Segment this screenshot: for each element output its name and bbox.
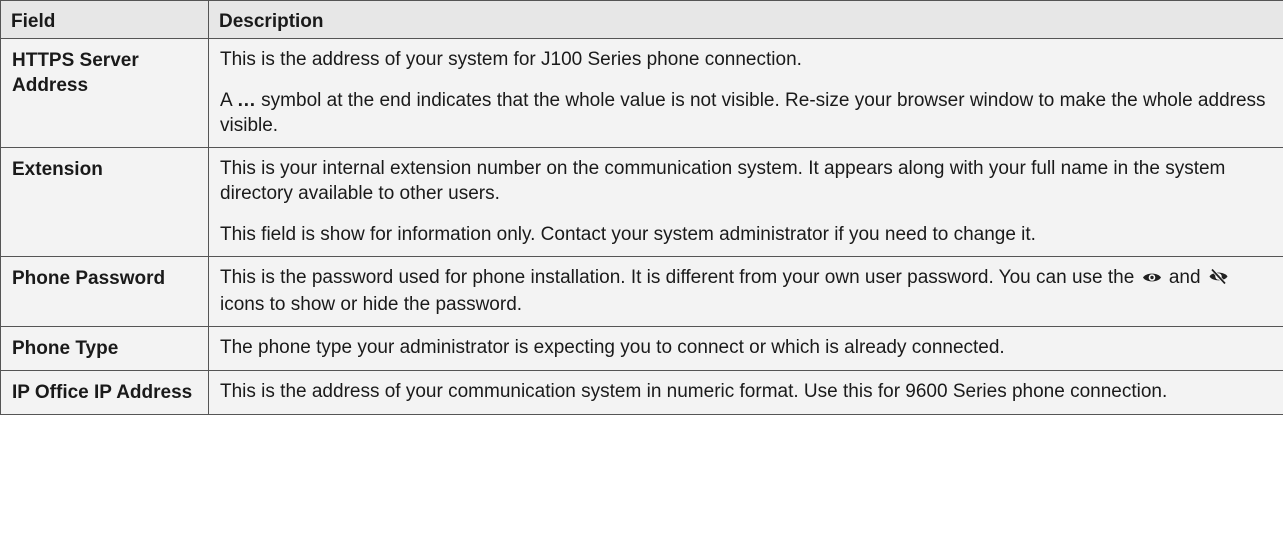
table-row: Extension This is your internal extensio…	[0, 147, 1283, 257]
description-paragraph: This field is show for information only.…	[220, 224, 1036, 245]
column-header-field: Field	[0, 0, 209, 39]
description-paragraph: A … symbol at the end indicates that the…	[220, 88, 1272, 138]
field-description: This is the password used for phone inst…	[208, 256, 1283, 327]
table-row: Phone Password This is the password used…	[0, 256, 1283, 327]
description-paragraph: The phone type your administrator is exp…	[220, 337, 1005, 358]
description-paragraph: This is your internal extension number o…	[220, 158, 1226, 204]
field-name-extension: Extension	[0, 147, 209, 257]
field-name-ip-office-ip-address: IP Office IP Address	[0, 370, 209, 415]
eye-slash-icon	[1208, 267, 1230, 292]
description-paragraph: This is the address of your communicatio…	[220, 381, 1168, 402]
description-paragraph: This is the password used for phone inst…	[220, 265, 1272, 317]
table-header-row: Field Description	[0, 0, 1283, 39]
password-text-before: This is the password used for phone inst…	[220, 267, 1140, 288]
table-row: Phone Type The phone type your administr…	[0, 326, 1283, 371]
eye-icon	[1142, 267, 1162, 292]
field-description: This is your internal extension number o…	[208, 147, 1283, 257]
ellipsis-note-prefix: A	[220, 90, 237, 111]
field-name-phone-type: Phone Type	[0, 326, 209, 371]
field-description: This is the address of your system for J…	[208, 38, 1283, 148]
password-text-after: icons to show or hide the password.	[220, 294, 523, 315]
field-description: The phone type your administrator is exp…	[208, 326, 1283, 371]
table-row: HTTPS Server Address This is the address…	[0, 38, 1283, 148]
description-paragraph: This is the address of your system for J…	[220, 49, 802, 70]
table-row: IP Office IP Address This is the address…	[0, 370, 1283, 415]
field-name-phone-password: Phone Password	[0, 256, 209, 327]
ellipsis-note-suffix: symbol at the end indicates that the who…	[220, 90, 1266, 136]
field-description-table: Field Description HTTPS Server Address T…	[0, 0, 1283, 415]
ellipsis-symbol: …	[236, 90, 256, 111]
field-description: This is the address of your communicatio…	[208, 370, 1283, 415]
column-header-description: Description	[208, 0, 1283, 39]
password-text-middle: and	[1163, 267, 1206, 288]
field-name-https-server-address: HTTPS Server Address	[0, 38, 209, 148]
